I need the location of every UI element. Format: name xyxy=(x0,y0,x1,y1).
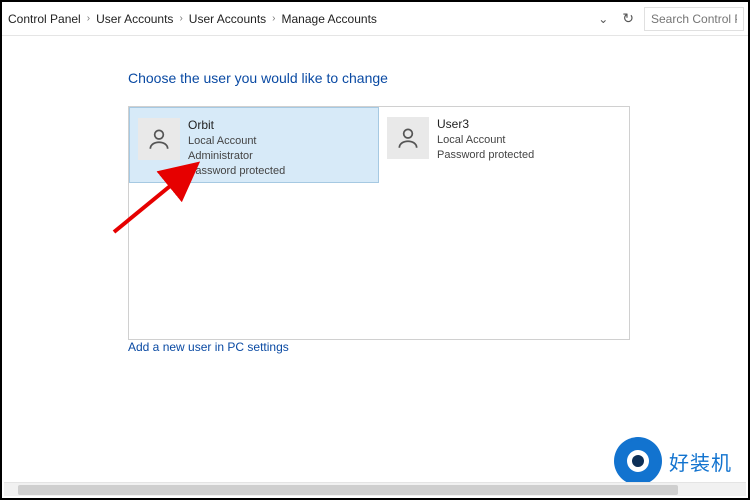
page-title: Choose the user you would like to change xyxy=(128,70,748,86)
account-text: User3 Local Account Password protected xyxy=(437,117,534,163)
user-icon xyxy=(146,126,172,152)
account-meta-line: Password protected xyxy=(188,164,285,179)
watermark-text: 好装机 xyxy=(669,447,732,476)
address-bar: Control Panel › User Accounts › User Acc… xyxy=(2,2,748,36)
crumb-manage-accounts[interactable]: Manage Accounts xyxy=(282,12,377,26)
add-user-link[interactable]: Add a new user in PC settings xyxy=(128,340,289,354)
account-card-user3[interactable]: User3 Local Account Password protected xyxy=(379,107,629,179)
watermark: 好装机 xyxy=(617,440,732,482)
account-meta-line: Password protected xyxy=(437,148,534,163)
chevron-right-icon: › xyxy=(272,13,275,24)
account-meta-line: Administrator xyxy=(188,149,285,164)
chevron-right-icon: › xyxy=(179,13,182,24)
search-input[interactable] xyxy=(644,7,744,31)
chevron-right-icon: › xyxy=(87,13,90,24)
horizontal-scrollbar[interactable] xyxy=(4,482,746,496)
scrollbar-thumb[interactable] xyxy=(18,485,678,495)
breadcrumb[interactable]: Control Panel › User Accounts › User Acc… xyxy=(6,12,588,26)
watermark-logo-icon xyxy=(617,440,659,482)
account-name: User3 xyxy=(437,117,534,131)
content-area: Choose the user you would like to change… xyxy=(2,36,748,354)
crumb-user-accounts-2[interactable]: User Accounts xyxy=(189,12,266,26)
account-card-orbit[interactable]: Orbit Local Account Administrator Passwo… xyxy=(129,107,379,183)
chevron-down-icon[interactable]: ⌄ xyxy=(598,12,608,26)
avatar xyxy=(138,118,180,160)
account-meta-line: Local Account xyxy=(188,134,285,149)
crumb-user-accounts-1[interactable]: User Accounts xyxy=(96,12,173,26)
accounts-container: Orbit Local Account Administrator Passwo… xyxy=(128,106,630,340)
refresh-icon[interactable]: ↻ xyxy=(622,10,634,27)
account-meta-line: Local Account xyxy=(437,133,534,148)
user-icon xyxy=(395,125,421,151)
account-text: Orbit Local Account Administrator Passwo… xyxy=(188,118,285,179)
avatar xyxy=(387,117,429,159)
crumb-control-panel[interactable]: Control Panel xyxy=(8,12,81,26)
account-name: Orbit xyxy=(188,118,285,132)
